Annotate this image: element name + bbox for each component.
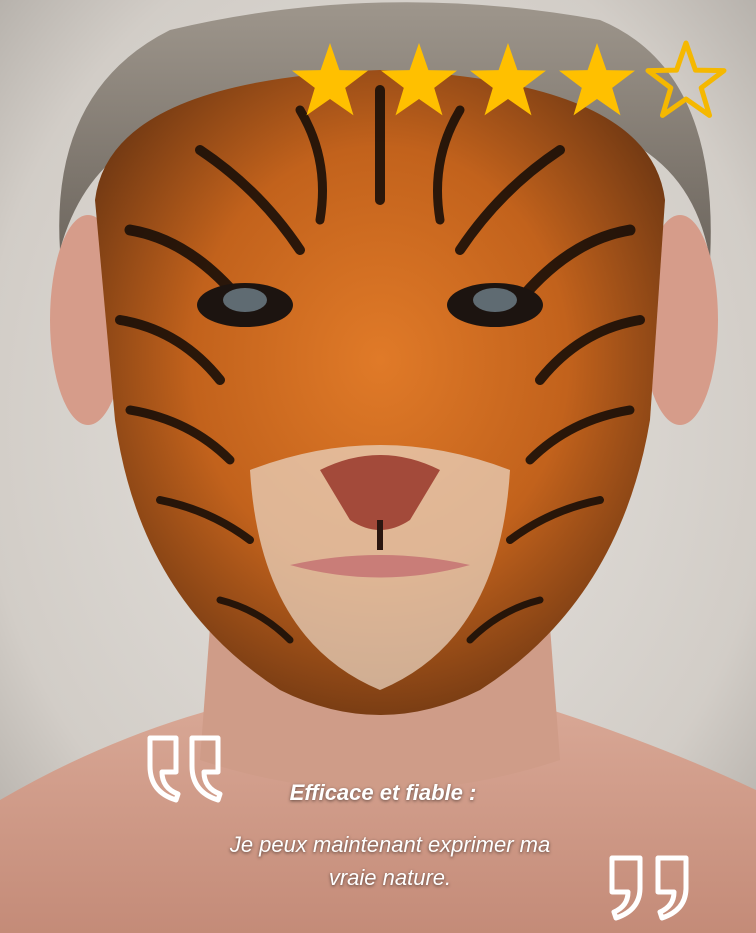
star-filled-icon	[381, 43, 457, 116]
star-filled-icon	[292, 43, 368, 116]
star-rating	[292, 40, 727, 118]
star-empty-icon	[645, 40, 727, 118]
star-filled-icon	[559, 43, 635, 116]
testimonial-text: Je peux maintenant exprimer ma vraie nat…	[140, 828, 640, 894]
testimonial-line-2: vraie nature.	[328, 865, 452, 890]
testimonial-headline: Efficace et fiable :	[289, 780, 477, 805]
star-filled-icon	[470, 43, 546, 116]
testimonial-card: Efficace et fiable : Je peux maintenant …	[0, 0, 756, 933]
testimonial-line-1: Je peux maintenant exprimer ma	[229, 832, 551, 857]
